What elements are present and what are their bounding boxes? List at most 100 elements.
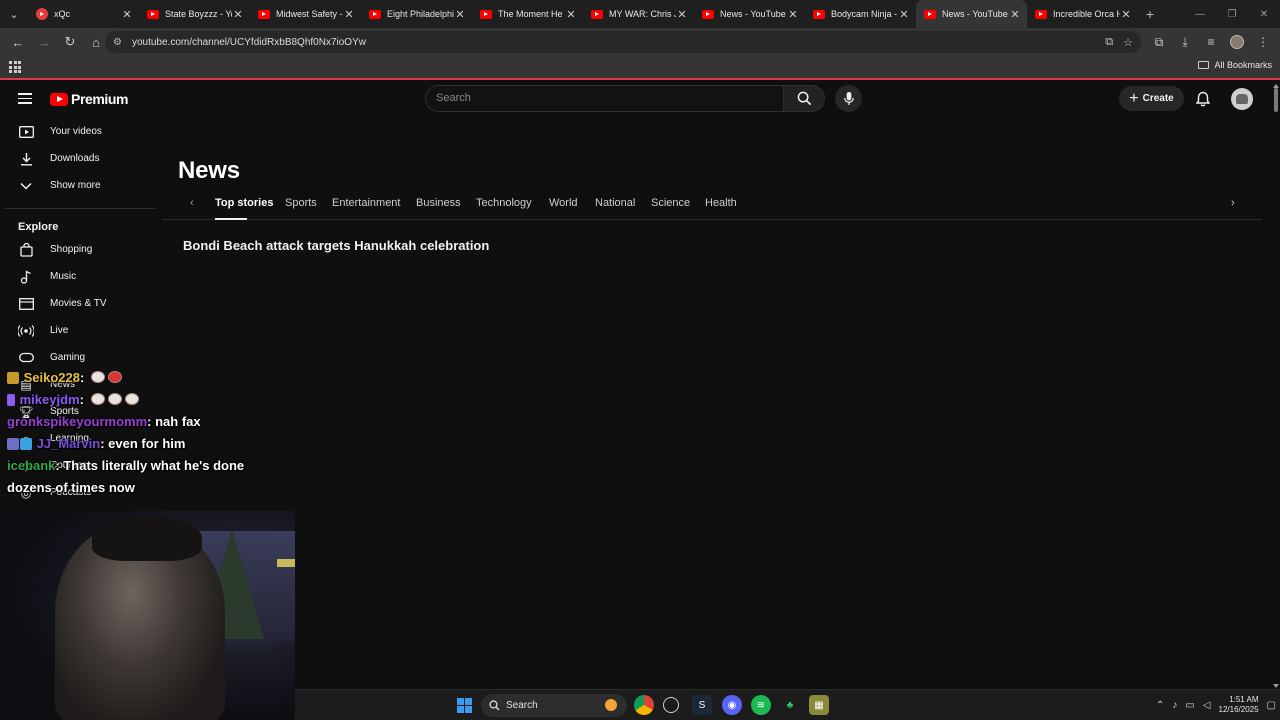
account-avatar[interactable]	[1231, 88, 1253, 110]
sidebar-item-downloads[interactable]: Downloads	[0, 145, 155, 172]
close-tab-icon[interactable]: ✕	[565, 8, 577, 21]
menu-icon[interactable]	[18, 93, 32, 104]
browser-tab[interactable]: News - YouTube ✕	[916, 0, 1027, 28]
close-tab-icon[interactable]: ✕	[121, 8, 133, 21]
browser-tab[interactable]: Eight Philadelphi ✕	[361, 0, 472, 28]
browser-tab[interactable]: State Boyzzz - Yo ✕	[139, 0, 250, 28]
scrollbar-thumb[interactable]	[1274, 88, 1278, 112]
minimize-button[interactable]: —	[1184, 0, 1216, 28]
windows-start-icon[interactable]	[457, 698, 472, 713]
news-shelf-headline[interactable]: Bondi Beach attack targets Hanukkah cele…	[183, 238, 489, 253]
browser-tab[interactable]: Bodycam Ninja - ✕	[805, 0, 916, 28]
screen: ⌄ xQc ✕ State Boyzzz - Yo ✕ Midwest Safety -…	[0, 0, 1280, 720]
extensions-icon[interactable]: ⧉	[1148, 31, 1170, 53]
back-button[interactable]: ←	[6, 30, 30, 54]
play-square-icon	[18, 124, 34, 140]
tab-science[interactable]: Science	[651, 197, 690, 209]
chrome-icon[interactable]	[634, 695, 654, 715]
tab-entertainment[interactable]: Entertainment	[332, 197, 400, 209]
new-tab-button[interactable]: +	[1138, 6, 1162, 22]
selected-tab-underline	[215, 218, 247, 220]
browser-tab[interactable]: MY WAR: Chris Jo✕	[583, 0, 694, 28]
close-tab-icon[interactable]: ✕	[232, 8, 244, 21]
tab-business[interactable]: Business	[416, 197, 461, 209]
site-info-icon[interactable]: ⚙	[113, 37, 122, 48]
tab-health[interactable]: Health	[705, 197, 737, 209]
browser-menu-icon[interactable]: ⋮	[1252, 31, 1274, 53]
tab-sports[interactable]: Sports	[285, 197, 317, 209]
sidebar-item-movies-tv[interactable]: Movies & TV	[0, 290, 155, 317]
chat-text: dozens of times now	[7, 480, 135, 495]
notifications-button[interactable]	[1193, 89, 1213, 109]
chevron-right-icon[interactable]: ›	[1231, 197, 1235, 209]
browser-tab[interactable]: News - YouTube ✕	[694, 0, 805, 28]
notification-icon[interactable]: ▢	[1267, 700, 1276, 711]
bell-icon	[1196, 91, 1210, 107]
page-scrollbar[interactable]	[1272, 84, 1280, 690]
bookmark-star-icon[interactable]: ☆	[1123, 36, 1133, 49]
taskbar-clock[interactable]: 1:51 AM 12/16/2025	[1219, 695, 1259, 715]
steam-icon[interactable]: S	[692, 695, 712, 715]
close-tab-icon[interactable]: ✕	[898, 8, 910, 21]
volume-icon[interactable]: ◁	[1203, 700, 1211, 711]
browser-tab[interactable]: Incredible Orca H ✕	[1027, 0, 1138, 28]
youtube-premium-logo[interactable]: Premium	[50, 91, 129, 107]
sidebar-item-gaming[interactable]: Gaming	[0, 344, 155, 371]
tab-search-button[interactable]: ⌄	[0, 0, 28, 28]
chevron-left-icon[interactable]: ‹	[190, 197, 194, 209]
browser-tab[interactable]: The Moment He ✕	[472, 0, 583, 28]
emote-icon	[90, 393, 105, 405]
close-tab-icon[interactable]: ✕	[454, 8, 466, 21]
chat-message: gronkspikeyourmomm: nah fax	[7, 414, 201, 429]
tab-title: News - YouTube	[942, 9, 1008, 19]
reload-button[interactable]: ↻	[58, 30, 82, 54]
create-button[interactable]: + Create	[1119, 86, 1184, 111]
spotify-icon[interactable]: ≋	[751, 695, 771, 715]
tab-world[interactable]: World	[549, 197, 578, 209]
network-icon[interactable]: ▭	[1185, 700, 1194, 711]
profile-icon[interactable]	[1226, 31, 1248, 53]
media-controls-icon[interactable]: ≡	[1200, 31, 1222, 53]
sidebar-item-your-videos[interactable]: Your videos	[0, 118, 155, 145]
microphone-icon[interactable]: ♪	[1172, 700, 1177, 711]
search-input[interactable]: Search	[425, 85, 783, 112]
close-tab-icon[interactable]: ✕	[787, 8, 799, 21]
tab-top-stories[interactable]: Top stories	[215, 197, 273, 209]
search-button[interactable]	[783, 85, 825, 112]
close-tab-icon[interactable]: ✕	[1009, 8, 1021, 21]
scroll-down-icon[interactable]	[1273, 684, 1279, 688]
browser-tab[interactable]: xQc ✕	[28, 0, 139, 28]
tab-title: News - YouTube	[720, 9, 786, 19]
discord-icon[interactable]: ◉	[722, 695, 742, 715]
apps-grid-icon[interactable]	[9, 61, 21, 73]
chevron-up-icon[interactable]: ⌃	[1156, 700, 1164, 711]
close-tab-icon[interactable]: ✕	[1120, 8, 1132, 21]
sidebar-item-live[interactable]: Live	[0, 317, 155, 344]
install-app-icon[interactable]: ⧉	[1105, 36, 1113, 49]
chat-message: icebank: Thats literally what he's done	[7, 458, 244, 473]
app-icon[interactable]: ▦	[809, 695, 829, 715]
chat-username: Seiko228	[23, 370, 80, 385]
browser-app-icon[interactable]	[663, 697, 679, 713]
close-tab-icon[interactable]: ✕	[676, 8, 688, 21]
voice-search-button[interactable]	[835, 85, 862, 112]
close-tab-icon[interactable]: ✕	[343, 8, 355, 21]
browser-tab[interactable]: Midwest Safety - ✕	[250, 0, 361, 28]
bookmarks-bar: All Bookmarks	[0, 56, 1280, 80]
taskbar-search[interactable]: Search	[481, 694, 627, 717]
address-bar[interactable]: ⚙ youtube.com/channel/UCYfdidRxbB8Qhf0Nx…	[105, 31, 1141, 53]
sidebar-item-shopping[interactable]: Shopping	[0, 236, 155, 263]
logo-text: Premium	[71, 91, 129, 107]
tab-technology[interactable]: Technology	[476, 197, 532, 209]
close-window-button[interactable]: ✕	[1248, 0, 1280, 28]
emote-icon	[124, 393, 139, 405]
all-bookmarks-button[interactable]: All Bookmarks	[1198, 60, 1272, 70]
tab-national[interactable]: National	[595, 197, 635, 209]
downloads-icon[interactable]: ⤓	[1174, 31, 1196, 53]
sidebar-item-show-more[interactable]: Show more	[0, 172, 155, 199]
sidebar-item-label: Your videos	[50, 126, 102, 137]
restore-button[interactable]: ❐	[1216, 0, 1248, 28]
sidebar-item-music[interactable]: Music	[0, 263, 155, 290]
robinhood-icon[interactable]: ♣	[780, 695, 800, 715]
forward-button[interactable]: →	[32, 30, 56, 54]
